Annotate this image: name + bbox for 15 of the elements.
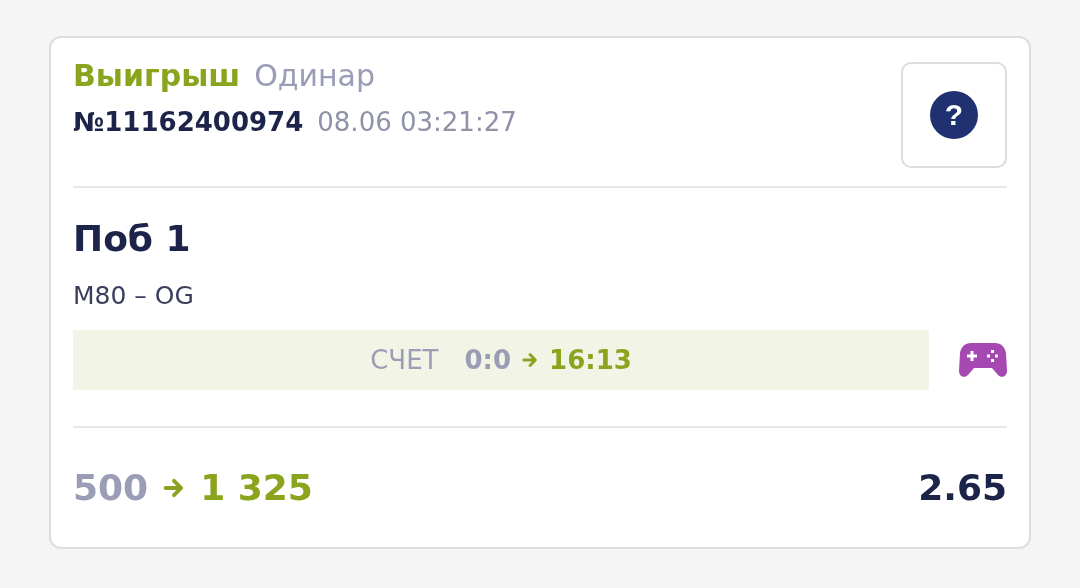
bet-number: №11162400974 bbox=[73, 107, 304, 137]
stake-amount: 500 bbox=[73, 467, 149, 508]
score-start: 0:0 bbox=[464, 345, 512, 375]
help-button[interactable]: ? bbox=[901, 62, 1007, 168]
score-label: СЧЕТ bbox=[370, 345, 439, 375]
arrow-icon bbox=[521, 351, 540, 369]
bet-datetime: 08.06 03:21:27 bbox=[317, 107, 517, 137]
bet-outcome: Поб 1 bbox=[73, 218, 192, 259]
gamepad-icon bbox=[959, 341, 1007, 379]
win-amount: 1 325 bbox=[200, 467, 313, 508]
event-name: M80 – OG bbox=[73, 281, 195, 310]
score-final: 16:13 bbox=[549, 345, 632, 375]
bet-status: Выигрыш bbox=[73, 58, 241, 93]
bet-type: Одинар bbox=[254, 58, 376, 93]
bet-odds: 2.65 bbox=[918, 467, 1007, 508]
